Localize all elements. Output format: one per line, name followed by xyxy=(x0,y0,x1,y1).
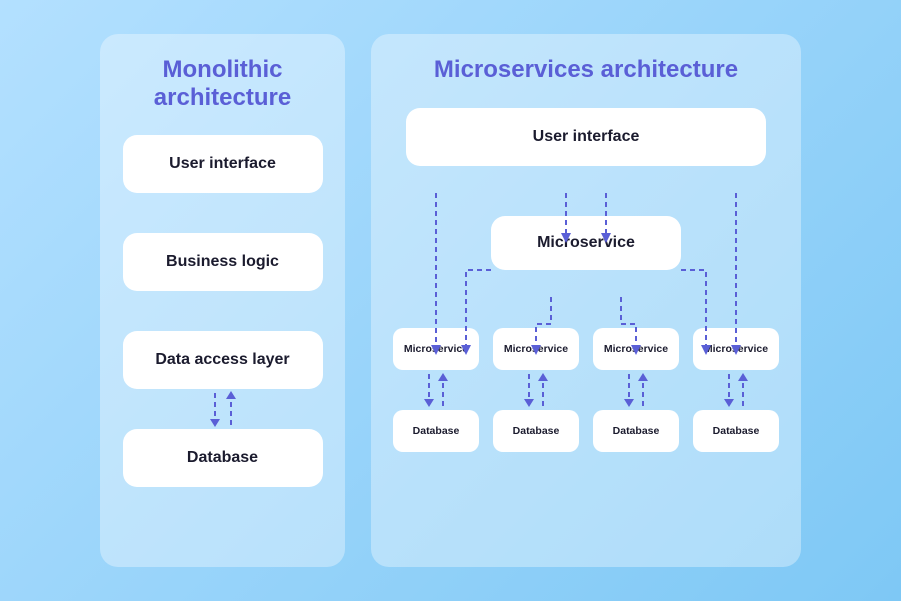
mono-layer-data-access: Data access layer xyxy=(123,331,323,389)
mono-layer-ui: User interface xyxy=(123,135,323,193)
micro-bidir-arrow-3 xyxy=(611,370,661,410)
micro-col-2: Microservice Database xyxy=(493,328,579,452)
micro-services-row: Microservice Database Microservice Datab… xyxy=(393,328,779,452)
micro-bidir-arrow-1 xyxy=(411,370,461,410)
micro-bidir-arrow-2 xyxy=(511,370,561,410)
microservices-title: Microservices architecture xyxy=(434,56,738,84)
micro-ui-box: User interface xyxy=(406,108,766,166)
micro-service-1: Microservice xyxy=(393,328,479,370)
micro-db-2: Database xyxy=(493,410,579,452)
micro-bidir-arrow-4 xyxy=(711,370,761,410)
microservices-panel: Microservices architecture User interfac… xyxy=(371,34,801,567)
micro-service-2: Microservice xyxy=(493,328,579,370)
micro-service-4: Microservice xyxy=(693,328,779,370)
micro-db-3: Database xyxy=(593,410,679,452)
micro-service-3: Microservice xyxy=(593,328,679,370)
monolithic-panel: Monolithic architecture User interface B… xyxy=(100,34,345,567)
micro-db-4: Database xyxy=(693,410,779,452)
micro-db-1: Database xyxy=(393,410,479,452)
mono-layer-business: Business logic xyxy=(123,233,323,291)
micro-gateway-box: Microservice xyxy=(491,216,681,270)
mono-layer-database: Database xyxy=(123,429,323,487)
micro-col-1: Microservice Database xyxy=(393,328,479,452)
micro-col-4: Microservice Database xyxy=(693,328,779,452)
diagram-wrapper: Monolithic architecture User interface B… xyxy=(0,0,901,601)
mono-bidir-arrow xyxy=(193,389,253,429)
micro-col-3: Microservice Database xyxy=(593,328,679,452)
monolithic-title: Monolithic architecture xyxy=(122,56,323,111)
